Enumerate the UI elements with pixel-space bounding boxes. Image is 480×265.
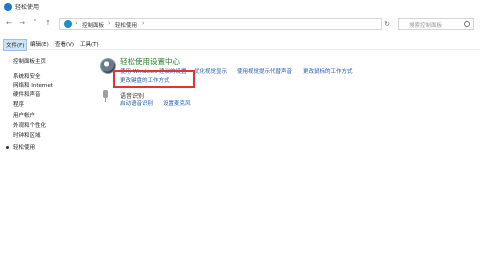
chevron-right-icon: › [142, 20, 145, 27]
link-start-speech[interactable]: 启动语音识别 [120, 99, 153, 107]
sidebar-item-clock-region[interactable]: 时钟和区域 [13, 131, 41, 139]
search-icon [464, 21, 470, 27]
highlight-box [113, 70, 195, 88]
breadcrumb-control-panel[interactable]: 控制面板 [82, 21, 104, 29]
link-visual-alternatives[interactable]: 使用视觉提示代替声音 [237, 67, 292, 75]
control-panel-icon [64, 20, 72, 28]
address-input[interactable]: › 控制面板 › 轻松使用 › [59, 18, 382, 30]
title-bar: 轻松使用 [0, 0, 480, 14]
search-input[interactable]: 搜索控制面板 [398, 18, 474, 30]
chevron-down-icon[interactable]: ˅ [30, 18, 40, 28]
chevron-right-icon: › [75, 20, 78, 27]
sidebar-item-network[interactable]: 网络和 Internet [13, 81, 53, 89]
menu-tools[interactable]: 工具(T) [78, 39, 101, 49]
link-optimize-visual[interactable]: 优化视觉显示 [194, 67, 227, 75]
microphone-icon [102, 90, 109, 102]
link-setup-microphone[interactable]: 设置麦克风 [163, 99, 191, 107]
breadcrumb-ease-of-access[interactable]: 轻松使用 [115, 21, 137, 29]
sidebar-item-hardware-sound[interactable]: 硬件和声音 [13, 90, 41, 98]
chevron-right-icon: › [108, 20, 111, 27]
sidebar-item-appearance[interactable]: 外观和个性化 [13, 121, 46, 129]
window-title: 轻松使用 [15, 4, 40, 11]
refresh-icon[interactable]: ↻ [380, 18, 394, 30]
forward-arrow-icon[interactable]: → [17, 18, 27, 28]
address-bar: ← → ˅ ↑ › 控制面板 › 轻松使用 › ↻ 搜索控制面板 [0, 16, 480, 32]
back-arrow-icon[interactable]: ← [4, 18, 14, 28]
sidebar-item-home[interactable]: 控制面板主页 [13, 57, 46, 65]
link-mouse-settings[interactable]: 更改鼠标的工作方式 [303, 67, 353, 75]
sidebar-item-programs[interactable]: 程序 [13, 100, 24, 108]
menu-file[interactable]: 文件(F) [3, 39, 28, 51]
section-title-ease-center[interactable]: 轻松使用设置中心 [120, 56, 180, 67]
search-placeholder: 搜索控制面板 [409, 23, 443, 29]
menu-view[interactable]: 查看(V) [53, 39, 76, 49]
sidebar-item-ease-of-access[interactable]: 轻松使用 [13, 143, 35, 151]
menu-edit[interactable]: 编辑(E) [28, 39, 51, 49]
sidebar-item-system-security[interactable]: 系统和安全 [13, 72, 41, 80]
current-item-bullet [6, 146, 9, 149]
ease-of-access-icon [4, 3, 12, 11]
up-arrow-icon[interactable]: ↑ [43, 18, 53, 28]
menu-bar: 文件(F) 编辑(E) 查看(V) 工具(T) [0, 38, 480, 51]
sidebar-item-user-accounts[interactable]: 用户帐户 [13, 111, 35, 119]
